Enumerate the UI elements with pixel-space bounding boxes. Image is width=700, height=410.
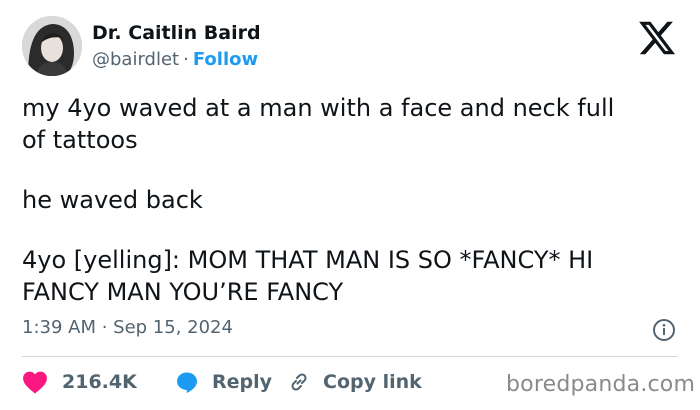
reply-label: Reply — [212, 371, 273, 393]
tweet-line: my 4yo waved at a man with a face and ne… — [22, 94, 615, 122]
watermark: boredpanda.com — [506, 372, 696, 397]
author-name[interactable]: Dr. Caitlin Baird — [92, 21, 261, 45]
reply-bubble-icon — [177, 372, 197, 393]
reply-button[interactable]: Reply — [174, 368, 272, 396]
heart-icon — [23, 371, 47, 394]
tweet-line: he waved back — [22, 186, 203, 214]
tweet-line: 4yo [yelling]: MOM THAT MAN IS SO *FANCY… — [22, 246, 594, 274]
tweet-text: my 4yo waved at a man with a face and ne… — [22, 92, 672, 308]
separator-dot: · — [183, 49, 189, 70]
copy-link-label: Copy link — [323, 371, 422, 393]
tweet-timestamp[interactable]: 1:39 AM · Sep 15, 2024 — [22, 316, 233, 340]
link-icon — [291, 373, 307, 391]
follow-button[interactable]: Follow — [193, 49, 258, 70]
like-count: 216.4K — [62, 371, 137, 393]
author-handle[interactable]: @bairdlet — [92, 49, 179, 70]
tweet-line: of tattoos — [22, 126, 138, 154]
like-button[interactable]: 216.4K — [22, 368, 137, 396]
action-bar: 216.4K Reply Copy link — [22, 368, 492, 396]
x-logo-icon[interactable] — [637, 18, 677, 58]
info-icon[interactable] — [652, 318, 676, 342]
divider — [22, 356, 678, 357]
author-handle-row: @bairdlet · Follow — [92, 48, 258, 72]
copy-link-button[interactable]: Copy link — [287, 368, 422, 396]
tweet-line: FANCY MAN YOU’RE FANCY — [22, 278, 344, 306]
avatar[interactable] — [22, 16, 82, 76]
